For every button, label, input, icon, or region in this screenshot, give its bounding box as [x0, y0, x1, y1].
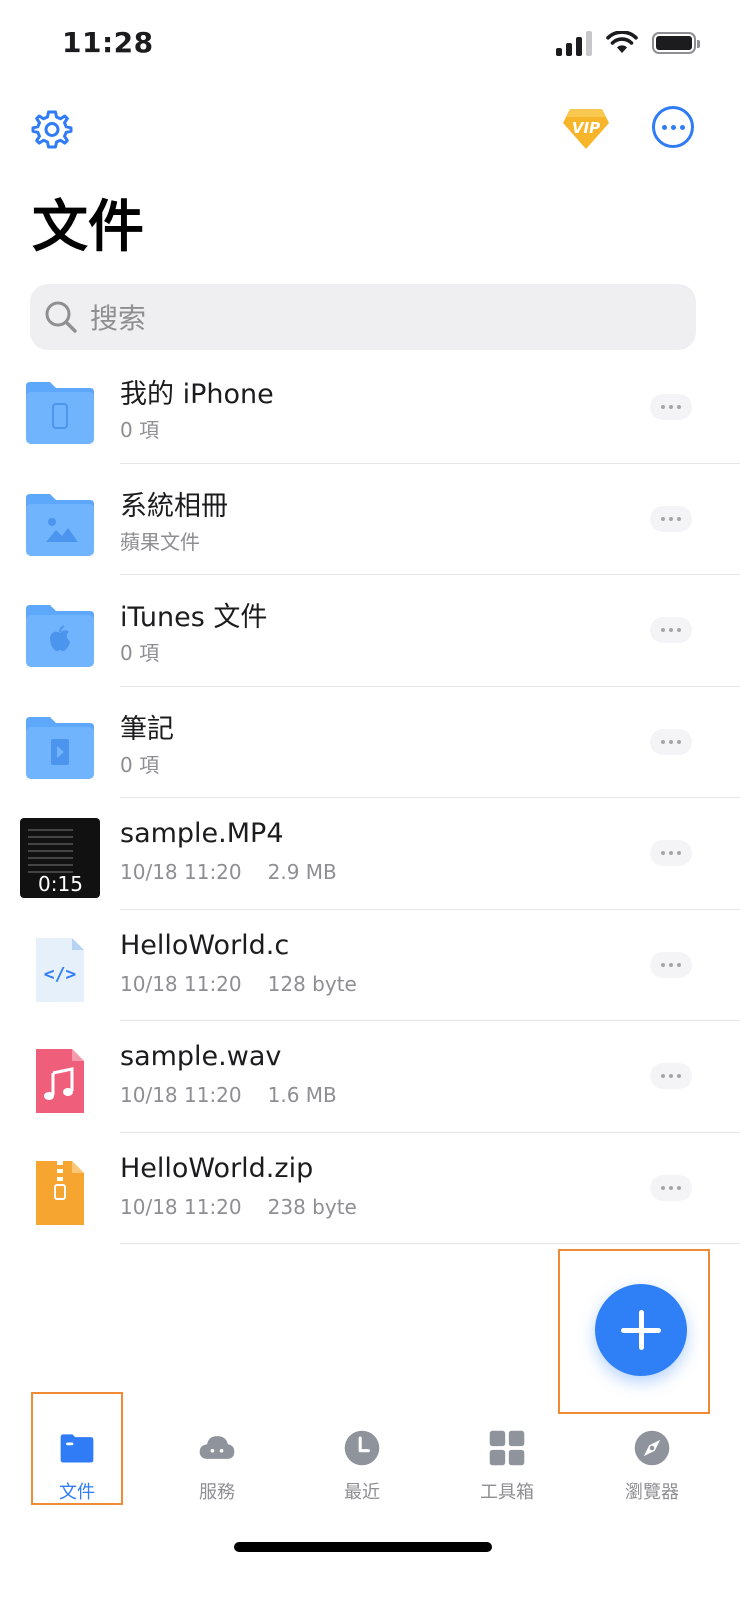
zip-file-icon: [36, 1160, 84, 1225]
folder-photo-icon: [26, 493, 94, 556]
tab-recent[interactable]: 最近: [307, 1392, 417, 1504]
item-name: sample.wav: [120, 1041, 282, 1072]
item-more-button[interactable]: [650, 1174, 692, 1201]
item-more-button[interactable]: [650, 728, 692, 755]
vip-badge-icon[interactable]: VIP: [562, 105, 610, 151]
folder-notes-icon: [26, 716, 94, 779]
svg-text:VIP: VIP: [572, 119, 600, 137]
tab-label: 工具箱: [480, 1482, 534, 1503]
item-name: HelloWorld.zip: [120, 1152, 314, 1184]
search-bar[interactable]: [30, 284, 696, 352]
item-meta: 10/18 11:20 1.6 MB: [120, 1083, 337, 1107]
tab-label: 瀏覽器: [625, 1482, 679, 1503]
item-meta: 0 項: [120, 418, 160, 442]
list-item[interactable]: 0:15 sample.MP4 10/18 11:20 2.9 MB: [0, 798, 740, 910]
divider: [120, 1243, 740, 1244]
item-meta: 10/18 11:20 2.9 MB: [120, 860, 337, 884]
list-item[interactable]: 系統相冊 蘋果文件: [0, 464, 740, 575]
item-name: iTunes 文件: [120, 602, 268, 633]
item-name: HelloWorld.c: [120, 929, 290, 961]
more-options-button[interactable]: [652, 106, 694, 148]
wifi-icon: [606, 31, 638, 53]
list-item[interactable]: 我的 iPhone 0 項: [0, 352, 740, 464]
list-item[interactable]: sample.wav 10/18 11:20 1.6 MB: [0, 1021, 740, 1133]
file-list: 我的 iPhone 0 項 系統相冊 蘋果文件 iTunes 文件 0 項 筆記…: [0, 352, 740, 1244]
svg-text:</>: </>: [44, 964, 77, 985]
search-input[interactable]: [88, 284, 672, 352]
item-more-button[interactable]: [650, 840, 692, 866]
cellular-signal-icon: [556, 30, 592, 56]
grid-icon: [489, 1430, 525, 1466]
item-more-button[interactable]: [650, 617, 692, 643]
item-more-button[interactable]: [650, 505, 692, 532]
tab-services[interactable]: 服務: [162, 1392, 272, 1504]
status-time: 11:28: [62, 26, 154, 59]
tab-toolbox[interactable]: 工具箱: [452, 1392, 562, 1504]
folder-phone-icon: [26, 382, 94, 444]
tab-highlight-frame: [31, 1392, 123, 1505]
tab-label: 最近: [344, 1482, 380, 1503]
item-name: 我的 iPhone: [120, 379, 274, 410]
clock-icon: [344, 1430, 380, 1466]
list-item[interactable]: </> HelloWorld.c 10/18 11:20 128 byte: [0, 910, 740, 1021]
item-meta: 10/18 11:20 128 byte: [120, 971, 357, 996]
item-meta: 10/18 11:20 238 byte: [120, 1194, 357, 1219]
music-file-icon: [36, 1049, 84, 1113]
gear-icon[interactable]: [30, 108, 74, 152]
list-item[interactable]: iTunes 文件 0 項: [0, 575, 740, 687]
item-meta: 0 項: [120, 752, 160, 777]
search-icon: [45, 301, 77, 333]
item-more-button[interactable]: [650, 1063, 692, 1089]
item-more-button[interactable]: [650, 951, 692, 978]
item-name: 筆記: [120, 713, 174, 745]
video-duration: 0:15: [38, 872, 83, 896]
item-meta: 蘋果文件: [120, 529, 200, 554]
tab-label: 服務: [199, 1482, 235, 1503]
compass-icon: [634, 1430, 670, 1466]
battery-icon: [652, 32, 700, 54]
list-item[interactable]: HelloWorld.zip 10/18 11:20 238 byte: [0, 1133, 740, 1244]
item-more-button[interactable]: [650, 394, 692, 420]
item-meta: 0 項: [120, 641, 160, 665]
item-name: sample.MP4: [120, 818, 284, 849]
folder-apple-icon: [26, 605, 94, 667]
video-thumbnail: 0:15: [20, 818, 100, 898]
item-name: 系統相冊: [120, 490, 228, 522]
code-file-icon: </>: [36, 937, 84, 1002]
home-indicator: [234, 1542, 492, 1552]
page-title: 文件: [32, 195, 144, 260]
tab-browser[interactable]: 瀏覽器: [597, 1392, 707, 1504]
status-icons: [556, 30, 700, 56]
cloud-icon: [199, 1436, 235, 1459]
add-button[interactable]: [595, 1284, 687, 1376]
list-item[interactable]: 筆記 0 項: [0, 687, 740, 798]
